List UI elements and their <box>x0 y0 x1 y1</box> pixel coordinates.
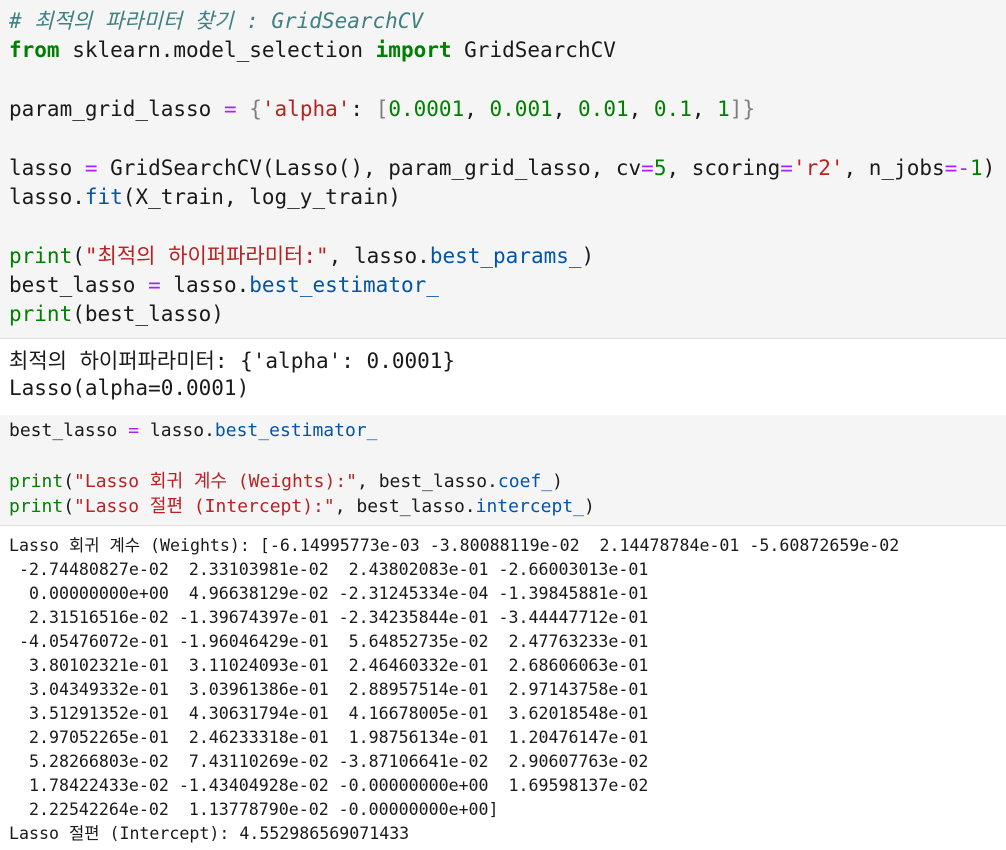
output-line-intercept: Lasso 절편 (Intercept): 4.552986569071433 <box>9 824 410 843</box>
output-line: -2.74480827e-02 2.33103981e-02 2.4380208… <box>9 560 649 579</box>
output-line-lasso-repr: Lasso(alpha=0.0001) <box>9 376 250 400</box>
output-line: 2.22542264e-02 1.13778790e-02 -0.0000000… <box>9 800 499 819</box>
code-line-fit: lasso.fit(X_train, log_y_train) <box>9 185 401 209</box>
code-line-print-coef: print("Lasso 회귀 계수 (Weights):", best_las… <box>9 471 563 492</box>
code-cell-gridsearch[interactable]: # 최적의 파라미터 찾기 : GridSearchCV from sklear… <box>0 0 1006 338</box>
code-line-best-estimator: best_lasso = lasso.best_estimator_ <box>9 420 378 441</box>
code-line-import: from sklearn.model_selection import Grid… <box>9 38 616 62</box>
output-line: 0.00000000e+00 4.96638129e-02 -2.3124533… <box>9 584 649 603</box>
output-cell-gridsearch: 최적의 하이퍼파라미터: {'alpha': 0.0001} Lasso(alp… <box>0 339 1006 415</box>
output-line: Lasso 회귀 계수 (Weights): [-6.14995773e-03 … <box>9 536 900 555</box>
code-line-print-best: print(best_lasso) <box>9 302 224 326</box>
output-line: -4.05476072e-01 -1.96046429e-01 5.648527… <box>9 632 649 651</box>
code-line-print-intercept: print("Lasso 절편 (Intercept):", best_lass… <box>9 496 595 517</box>
output-line-best-params: 최적의 하이퍼파라미터: {'alpha': 0.0001} <box>9 349 456 373</box>
code-line-param-grid: param_grid_lasso = {'alpha': [0.0001, 0.… <box>9 97 756 121</box>
output-line: 5.28266803e-02 7.43110269e-02 -3.8710664… <box>9 752 649 771</box>
output-line: 2.31516516e-02 -1.39674397e-01 -2.342358… <box>9 608 649 627</box>
output-line: 2.97052265e-01 2.46233318e-01 1.98756134… <box>9 728 649 747</box>
output-line: 1.78422433e-02 -1.43404928e-02 -0.000000… <box>9 776 649 795</box>
code-line-gridsearch: lasso = GridSearchCV(Lasso(), param_grid… <box>9 156 996 180</box>
output-line: 3.51291352e-01 4.30631794e-01 4.16678005… <box>9 704 649 723</box>
output-cell-coefficients: Lasso 회귀 계수 (Weights): [-6.14995773e-03 … <box>0 526 1006 850</box>
output-line: 3.04349332e-01 3.03961386e-01 2.88957514… <box>9 680 649 699</box>
code-line-print-params: print("최적의 하이퍼파라미터:", lasso.best_params_… <box>9 244 595 268</box>
code-line-best-estimator: best_lasso = lasso.best_estimator_ <box>9 273 439 297</box>
code-line-comment: # 최적의 파라미터 찾기 : GridSearchCV <box>9 9 424 33</box>
code-cell-coefficients[interactable]: best_lasso = lasso.best_estimator_ print… <box>0 415 1006 525</box>
output-line: 3.80102321e-01 3.11024093e-01 2.46460332… <box>9 656 649 675</box>
